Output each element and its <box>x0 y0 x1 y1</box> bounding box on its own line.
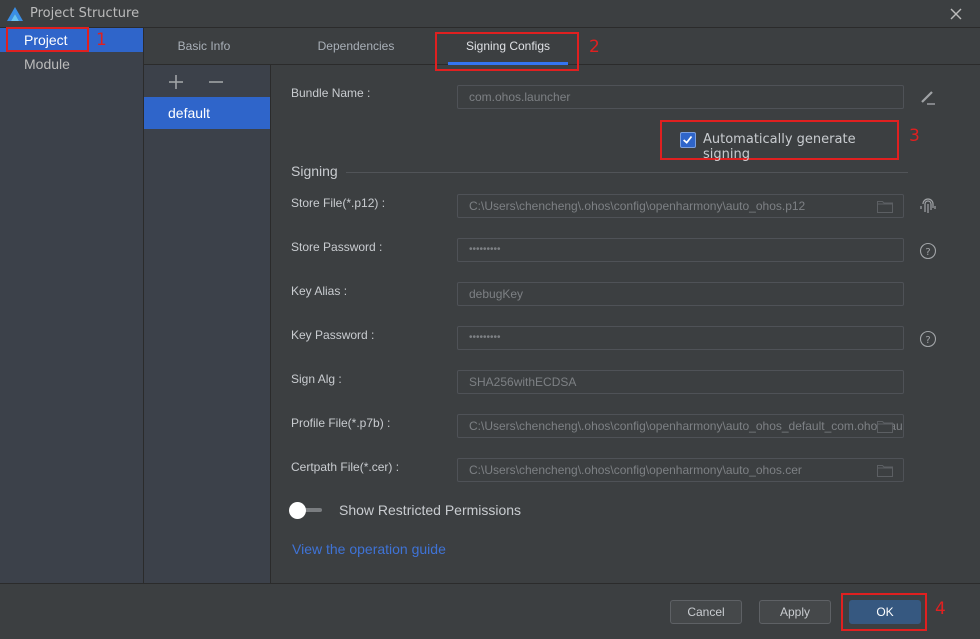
cancel-button[interactable]: Cancel <box>670 600 742 624</box>
fingerprint-icon[interactable] <box>919 197 937 215</box>
app-logo-icon <box>7 7 23 21</box>
key-password-label: Key Password : <box>291 328 375 342</box>
dialog-footer: Cancel Apply OK <box>0 583 980 639</box>
store-password-field[interactable]: ••••••••• <box>457 238 904 262</box>
minus-icon[interactable] <box>204 71 228 93</box>
key-alias-field[interactable]: debugKey <box>457 282 904 306</box>
config-item-default[interactable]: default <box>144 97 270 129</box>
annotation-number-4: 4 <box>935 599 946 619</box>
svg-text:?: ? <box>925 247 930 258</box>
help-icon[interactable]: ? <box>919 330 937 348</box>
store-file-label: Store File(*.p12) : <box>291 196 386 210</box>
edit-icon[interactable] <box>919 88 937 106</box>
close-icon[interactable] <box>946 4 966 24</box>
tab-basic-info[interactable]: Basic Info <box>162 28 246 65</box>
plus-icon[interactable] <box>164 71 188 93</box>
apply-button[interactable]: Apply <box>759 600 831 624</box>
key-alias-label: Key Alias : <box>291 284 348 298</box>
certpath-file-field[interactable]: C:\Users\chencheng\.ohos\config\openharm… <box>457 458 904 482</box>
title-bar: Project Structure <box>0 0 980 28</box>
folder-icon[interactable] <box>877 200 893 213</box>
left-navigation: Project Module <box>0 28 144 583</box>
profile-file-value: C:\Users\chencheng\.ohos\config\openharm… <box>469 419 904 433</box>
profile-file-label: Profile File(*.p7b) : <box>291 416 391 430</box>
certpath-file-label: Certpath File(*.cer) : <box>291 460 400 474</box>
auto-generate-annotation: Automatically generate signing <box>660 120 899 162</box>
nav-item-module[interactable]: Module <box>0 52 143 76</box>
annotation-number-1: 1 <box>96 30 107 50</box>
certpath-file-value: C:\Users\chencheng\.ohos\config\openharm… <box>469 463 802 477</box>
ok-button[interactable]: OK <box>849 600 921 624</box>
signing-configs-panel: Bundle Name : com.ohos.launcher Automati… <box>271 65 980 583</box>
folder-icon[interactable] <box>877 420 893 433</box>
restricted-permissions-label: Show Restricted Permissions <box>339 502 522 518</box>
section-divider <box>346 172 908 173</box>
sign-alg-label: Sign Alg : <box>291 372 342 386</box>
signing-config-list: default <box>144 65 271 583</box>
bundle-name-label: Bundle Name : <box>291 86 371 100</box>
annotation-number-2: 2 <box>589 37 600 57</box>
svg-text:?: ? <box>925 335 930 346</box>
bundle-name-field[interactable]: com.ohos.launcher <box>457 85 904 109</box>
annotation-number-3: 3 <box>909 126 920 146</box>
checkmark-icon <box>683 135 693 144</box>
signing-section-title: Signing <box>291 163 338 179</box>
operation-guide-link[interactable]: View the operation guide <box>292 541 446 557</box>
folder-icon[interactable] <box>877 464 893 477</box>
store-file-field[interactable]: C:\Users\chencheng\.ohos\config\openharm… <box>457 194 904 218</box>
auto-generate-checkbox[interactable] <box>680 132 696 148</box>
project-structure-dialog: Project Structure Project Module Basic I… <box>0 0 980 639</box>
auto-generate-label: Automatically generate signing <box>703 132 856 162</box>
profile-file-field[interactable]: C:\Users\chencheng\.ohos\config\openharm… <box>457 414 904 438</box>
sign-alg-field[interactable]: SHA256withECDSA <box>457 370 904 394</box>
toggle-knob <box>289 502 306 519</box>
tab-bar: Basic Info Dependencies Signing Configs <box>144 28 980 65</box>
store-password-label: Store Password : <box>291 240 383 254</box>
tab-dependencies[interactable]: Dependencies <box>308 28 404 65</box>
window-title: Project Structure <box>30 6 140 21</box>
store-file-value: C:\Users\chencheng\.ohos\config\openharm… <box>469 199 806 213</box>
tab-signing-configs[interactable]: Signing Configs <box>448 28 568 65</box>
restricted-permissions-toggle[interactable] <box>288 502 324 519</box>
key-password-field[interactable]: ••••••••• <box>457 326 904 350</box>
help-icon[interactable]: ? <box>919 242 937 260</box>
nav-item-project[interactable]: Project <box>0 28 143 52</box>
